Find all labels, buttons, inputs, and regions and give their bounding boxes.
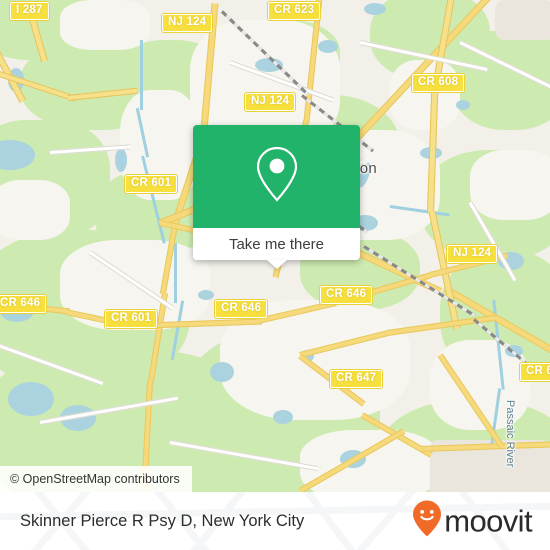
moovit-smiley-pin-icon xyxy=(412,500,442,543)
popup-action-bar[interactable]: Take me there xyxy=(193,228,360,269)
osm-attribution-text: © OpenStreetMap contributors xyxy=(10,472,180,486)
road-shield-cr646-b[interactable]: CR 646 xyxy=(213,299,269,319)
map-canvas[interactable]: dison Passaic River I 287 NJ 124 CR 623 … xyxy=(0,0,550,492)
footer-bar: Skinner Pierce R Psy D, New York City mo… xyxy=(0,492,550,550)
osm-attribution[interactable]: © OpenStreetMap contributors xyxy=(0,466,192,492)
road-shield-cr608[interactable]: CR 608 xyxy=(410,73,466,93)
take-me-there-label: Take me there xyxy=(228,235,325,253)
road-shield-nj124-b[interactable]: NJ 124 xyxy=(243,92,297,112)
road-shield-cr601-a[interactable]: CR 601 xyxy=(123,174,179,194)
popup-tail-pointer xyxy=(266,260,287,269)
road-shield-cr623[interactable]: CR 623 xyxy=(266,1,322,21)
location-popup[interactable]: Take me there xyxy=(193,125,360,269)
road-shield-cr646-a[interactable]: CR 646 xyxy=(0,294,48,314)
road-shield-cr6[interactable]: CR 6 xyxy=(518,362,550,382)
road-shield-nj124-a[interactable]: NJ 124 xyxy=(160,13,214,33)
place-title: Skinner Pierce R Psy D, New York City xyxy=(20,511,305,530)
river-label: Passaic River xyxy=(504,400,516,468)
road-shield-cr601-b[interactable]: CR 601 xyxy=(103,309,159,329)
road-shield-nj124-c[interactable]: NJ 124 xyxy=(445,244,499,264)
moovit-map-screenshot: dison Passaic River I 287 NJ 124 CR 623 … xyxy=(0,0,550,550)
moovit-logo[interactable]: moovit xyxy=(412,500,533,543)
map-pin-icon xyxy=(254,145,300,208)
road-shield-cr647[interactable]: CR 647 xyxy=(328,369,384,389)
road-shield-cr646-c[interactable]: CR 646 xyxy=(318,285,374,305)
popup-header xyxy=(193,125,360,228)
road-shield-i287[interactable]: I 287 xyxy=(9,1,50,21)
moovit-wordmark: moovit xyxy=(444,503,532,539)
